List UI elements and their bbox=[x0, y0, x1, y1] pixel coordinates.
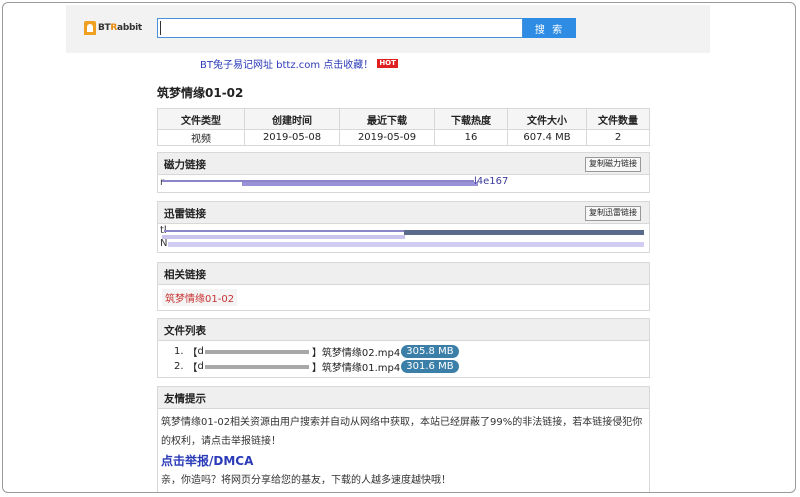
notice-paragraph: 筑梦情缘01-02相关资源由用户搜索并自动从网络中获取，本站已经屏蔽了99%的非… bbox=[161, 417, 643, 447]
file-prefix: d bbox=[197, 361, 204, 372]
site-logo[interactable]: BTRabbit bbox=[84, 20, 144, 36]
file-index: 1. bbox=[174, 346, 184, 357]
related-link[interactable]: 筑梦情缘01-02 bbox=[162, 289, 238, 306]
info-table-header-row: 文件类型 创建时间 最近下载 下载热度 文件大小 文件数量 bbox=[157, 108, 650, 130]
header-file-count: 文件数量 bbox=[586, 108, 650, 130]
thunder-panel-header: 迅雷链接 复制迅雷链接 bbox=[158, 202, 649, 224]
file-list-title: 文件列表 bbox=[164, 325, 206, 337]
last-download-value: 2019-05-09 bbox=[339, 129, 435, 146]
header-file-type: 文件类型 bbox=[157, 108, 245, 130]
thunder-link-redacted-4 bbox=[168, 242, 644, 247]
file-list-panel-header: 文件列表 bbox=[158, 319, 649, 341]
file-path-redacted bbox=[204, 349, 309, 354]
search-button[interactable]: 搜 索 bbox=[523, 18, 576, 38]
thunder-panel: 迅雷链接 复制迅雷链接 tl N bbox=[157, 201, 650, 253]
promo-text: BT兔子易记网址 bttz.com 点击收藏！ bbox=[200, 60, 374, 71]
file-bracket-close: 】 bbox=[311, 348, 322, 359]
info-table: 文件类型 创建时间 最近下载 下载热度 文件大小 文件数量 视频 2019-05… bbox=[157, 108, 650, 146]
text-caret bbox=[160, 21, 161, 35]
created-value: 2019-05-08 bbox=[244, 129, 340, 146]
thunder-line2-start: N bbox=[160, 238, 168, 249]
file-bracket-open: 【 bbox=[187, 348, 198, 359]
notice-title: 友情提示 bbox=[164, 393, 206, 405]
notice-panel-header: 友情提示 bbox=[158, 387, 649, 409]
popularity-value: 16 bbox=[434, 129, 508, 146]
magnet-link-start: r bbox=[160, 177, 165, 188]
file-name: 筑梦情缘02.mp4 bbox=[321, 348, 401, 359]
related-panel-header: 相关链接 bbox=[158, 263, 649, 285]
file-type-value: 视频 bbox=[157, 129, 245, 146]
header-popularity: 下载热度 bbox=[434, 108, 508, 130]
file-size-badge: 305.8 MB bbox=[401, 345, 459, 358]
hot-badge: HOT bbox=[377, 59, 398, 68]
file-count-value: 2 bbox=[586, 129, 650, 146]
file-list-item: 1. 【 d 】 筑梦情缘02.mp4 305.8 MB bbox=[174, 344, 459, 359]
rabbit-logo-icon bbox=[84, 21, 96, 35]
notice-body: 筑梦情缘01-02相关资源由用户搜索并自动从网络中获取，本站已经屏蔽了99%的非… bbox=[161, 413, 647, 490]
header-last-download: 最近下载 bbox=[339, 108, 435, 130]
report-dmca-link[interactable]: 点击举报/DMCA bbox=[161, 451, 647, 471]
logo-text: BTRabbit bbox=[98, 23, 142, 33]
search-input[interactable] bbox=[157, 18, 523, 38]
file-size-badge: 301.6 MB bbox=[401, 360, 459, 373]
file-bracket-close: 】 bbox=[311, 363, 322, 374]
copy-magnet-button[interactable]: 复制磁力链接 bbox=[585, 157, 641, 172]
header-file-size: 文件大小 bbox=[507, 108, 587, 130]
thunder-title: 迅雷链接 bbox=[164, 208, 206, 220]
thunder-link-redacted-2 bbox=[404, 230, 644, 235]
notice-panel: 友情提示 筑梦情缘01-02相关资源由用户搜索并自动从网络中获取，本站已经屏蔽了… bbox=[157, 386, 650, 492]
copy-thunder-button[interactable]: 复制迅雷链接 bbox=[585, 206, 641, 221]
magnet-panel: 磁力链接 复制磁力链接 r l4e167 bbox=[157, 152, 650, 193]
file-path-redacted bbox=[204, 364, 309, 369]
file-list-item: 2. 【 d 】 筑梦情缘01.mp4 301.6 MB bbox=[174, 359, 459, 374]
magnet-panel-header: 磁力链接 复制磁力链接 bbox=[158, 153, 649, 175]
file-bracket-open: 【 bbox=[187, 363, 198, 374]
file-prefix: d bbox=[197, 346, 204, 357]
magnet-title: 磁力链接 bbox=[164, 159, 206, 171]
thunder-link-redacted-3 bbox=[162, 235, 405, 239]
magnet-link-tail[interactable]: l4e167 bbox=[474, 176, 508, 187]
related-panel: 相关链接 筑梦情缘01-02 bbox=[157, 262, 650, 311]
file-name: 筑梦情缘01.mp4 bbox=[321, 363, 401, 374]
header-created: 创建时间 bbox=[244, 108, 340, 130]
share-text: 亲，你造吗？将网页分享给您的基友，下载的人越多速度越快哦！ bbox=[161, 475, 451, 486]
page-title: 筑梦情缘01-02 bbox=[157, 86, 244, 100]
info-table-row: 视频 2019-05-08 2019-05-09 16 607.4 MB 2 bbox=[157, 129, 650, 146]
file-list-panel: 文件列表 1. 【 d 】 筑梦情缘02.mp4 305.8 MB 2. 【 d… bbox=[157, 318, 650, 378]
related-title: 相关链接 bbox=[164, 269, 206, 281]
file-size-value: 607.4 MB bbox=[507, 129, 587, 146]
file-index: 2. bbox=[174, 361, 184, 372]
magnet-link-redacted-2 bbox=[242, 182, 478, 186]
promo-link[interactable]: BT兔子易记网址 bttz.com 点击收藏！ HOT bbox=[200, 56, 398, 71]
